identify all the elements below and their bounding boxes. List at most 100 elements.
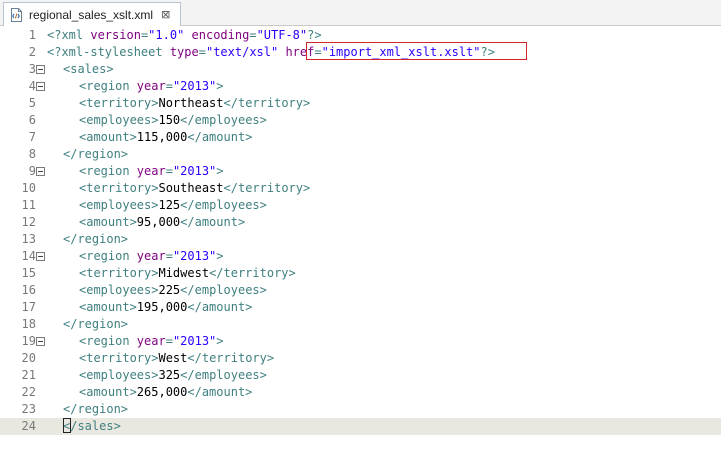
token-tag: <region [79,79,137,93]
line-number: 14 [21,249,36,263]
fold-collapse-icon[interactable] [36,167,45,176]
code-text: <employees>325</employees> [79,367,267,384]
token-tag: <employees> [79,198,159,212]
line-number: 7 [28,130,36,144]
token-text: 195,000 [136,300,188,314]
line-number: 10 [21,181,36,195]
code-line[interactable]: 9 <region year="2013"> [0,163,721,180]
token-tag: </region> [63,317,129,331]
code-line[interactable]: 15 <territory>Midwest</territory> [0,265,721,282]
code-line[interactable]: 11 <employees>125</employees> [0,197,721,214]
code-text: <amount>95,000</amount> [79,214,245,231]
line-number: 17 [21,300,36,314]
code-line[interactable]: 10 <territory>Southeast</territory> [0,180,721,197]
code-text: <amount>265,000</amount> [79,384,252,401]
token-pi: ?> [307,28,322,42]
token-attr: href [285,45,315,59]
token-tag: </territory> [223,96,311,110]
line-number: 6 [28,113,36,127]
token-tag: <territory> [79,181,159,195]
code-line[interactable]: 13 </region> [0,231,721,248]
code-line[interactable]: 2 <?xml-stylesheet type="text/xsl" href="… [0,44,721,61]
line-number: 23 [21,402,36,416]
token-text: Northeast [158,96,224,110]
code-line[interactable]: 19 <region year="2013"> [0,333,721,350]
token-val: "2013" [172,334,217,348]
token-tag: </territory> [223,181,311,195]
fold-collapse-icon[interactable] [36,337,45,346]
code-line[interactable]: 5 <territory>Northeast</territory> [0,95,721,112]
code-line[interactable]: 23 </region> [0,401,721,418]
close-icon[interactable]: ⊠ [161,9,170,20]
token-tag: <amount> [79,385,137,399]
token-tag: <territory> [79,96,159,110]
token-val: "import_xml_xslt.xslt" [321,45,481,59]
token-pi [184,28,191,42]
token-tag: = [165,249,173,263]
token-val: "1.0" [148,28,185,42]
code-line[interactable]: 22 <amount>265,000</amount> [0,384,721,401]
code-text: <?xml version="1.0" encoding="UTF-8"?> [47,27,322,44]
token-tag: > [216,164,224,178]
token-tag: </amount> [187,130,253,144]
code-line[interactable]: 3 <sales> [0,61,721,78]
xml-source-editor[interactable]: 24 </sales> 23 </region> 22 <amount>265,000</… [0,26,721,464]
token-tag: <sales> [63,62,114,76]
token-tag: </sales> [63,419,121,433]
token-tag: </employees> [180,283,267,297]
code-text: </region> [63,401,128,418]
token-attr: type [169,45,199,59]
code-line[interactable]: 12 <amount>95,000</amount> [0,214,721,231]
code-line[interactable]: 14 <region year="2013"> [0,248,721,265]
token-attr: encoding [191,28,250,42]
line-number: 3 [28,62,36,76]
token-text: 325 [158,368,181,382]
code-text: <territory>West</territory> [79,350,274,367]
code-line[interactable]: 16 <employees>225</employees> [0,282,721,299]
line-number: 20 [21,351,36,365]
fold-collapse-icon[interactable] [36,82,45,91]
code-text: <employees>125</employees> [79,197,267,214]
line-number: 19 [21,334,36,348]
code-line[interactable]: 4 <region year="2013"> [0,78,721,95]
code-line[interactable]: 1 <?xml version="1.0" encoding="UTF-8"?> [0,27,721,44]
code-line[interactable]: 20 <territory>West</territory> [0,350,721,367]
token-text: 265,000 [136,385,188,399]
line-number: 4 [28,79,36,93]
code-line[interactable]: 17 <amount>195,000</amount> [0,299,721,316]
fold-collapse-icon[interactable] [36,252,45,261]
code-line[interactable]: 18 </region> [0,316,721,333]
token-tag: </amount> [187,300,253,314]
code-text: <region year="2013"> [79,248,224,265]
token-tag: <region [79,249,137,263]
token-tag: <employees> [79,368,159,382]
token-tag: </territory> [187,351,275,365]
token-attr: year [136,164,166,178]
token-pi: <?xml-stylesheet [47,45,170,59]
code-text: <region year="2013"> [79,163,224,180]
code-line[interactable]: 21 <employees>325</employees> [0,367,721,384]
token-text: West [158,351,188,365]
line-number: 18 [21,317,36,331]
line-number: 8 [28,147,36,161]
code-text: <?xml-stylesheet type="text/xsl" href="i… [47,44,495,61]
line-number: 12 [21,215,36,229]
token-tag: </employees> [180,368,267,382]
tab-regional-sales-xslt[interactable]: regional_sales_xslt.xml ⊠ [3,2,181,26]
code-text: <amount>195,000</amount> [79,299,252,316]
code-line[interactable]: 6 <employees>150</employees> [0,112,721,129]
line-number: 9 [28,164,36,178]
token-tag: <employees> [79,283,159,297]
token-tag: </region> [63,147,129,161]
token-tag: <region [79,164,137,178]
code-line[interactable]: 8 </region> [0,146,721,163]
code-line[interactable]: 24 </sales> [0,418,721,435]
token-tag: <amount> [79,300,137,314]
tab-title: regional_sales_xslt.xml [29,7,154,22]
token-attr: year [136,249,166,263]
token-tag: > [216,249,224,263]
fold-collapse-icon[interactable] [36,65,45,74]
token-tag: <region [79,334,137,348]
code-text: <employees>225</employees> [79,282,267,299]
code-line[interactable]: 7 <amount>115,000</amount> [0,129,721,146]
